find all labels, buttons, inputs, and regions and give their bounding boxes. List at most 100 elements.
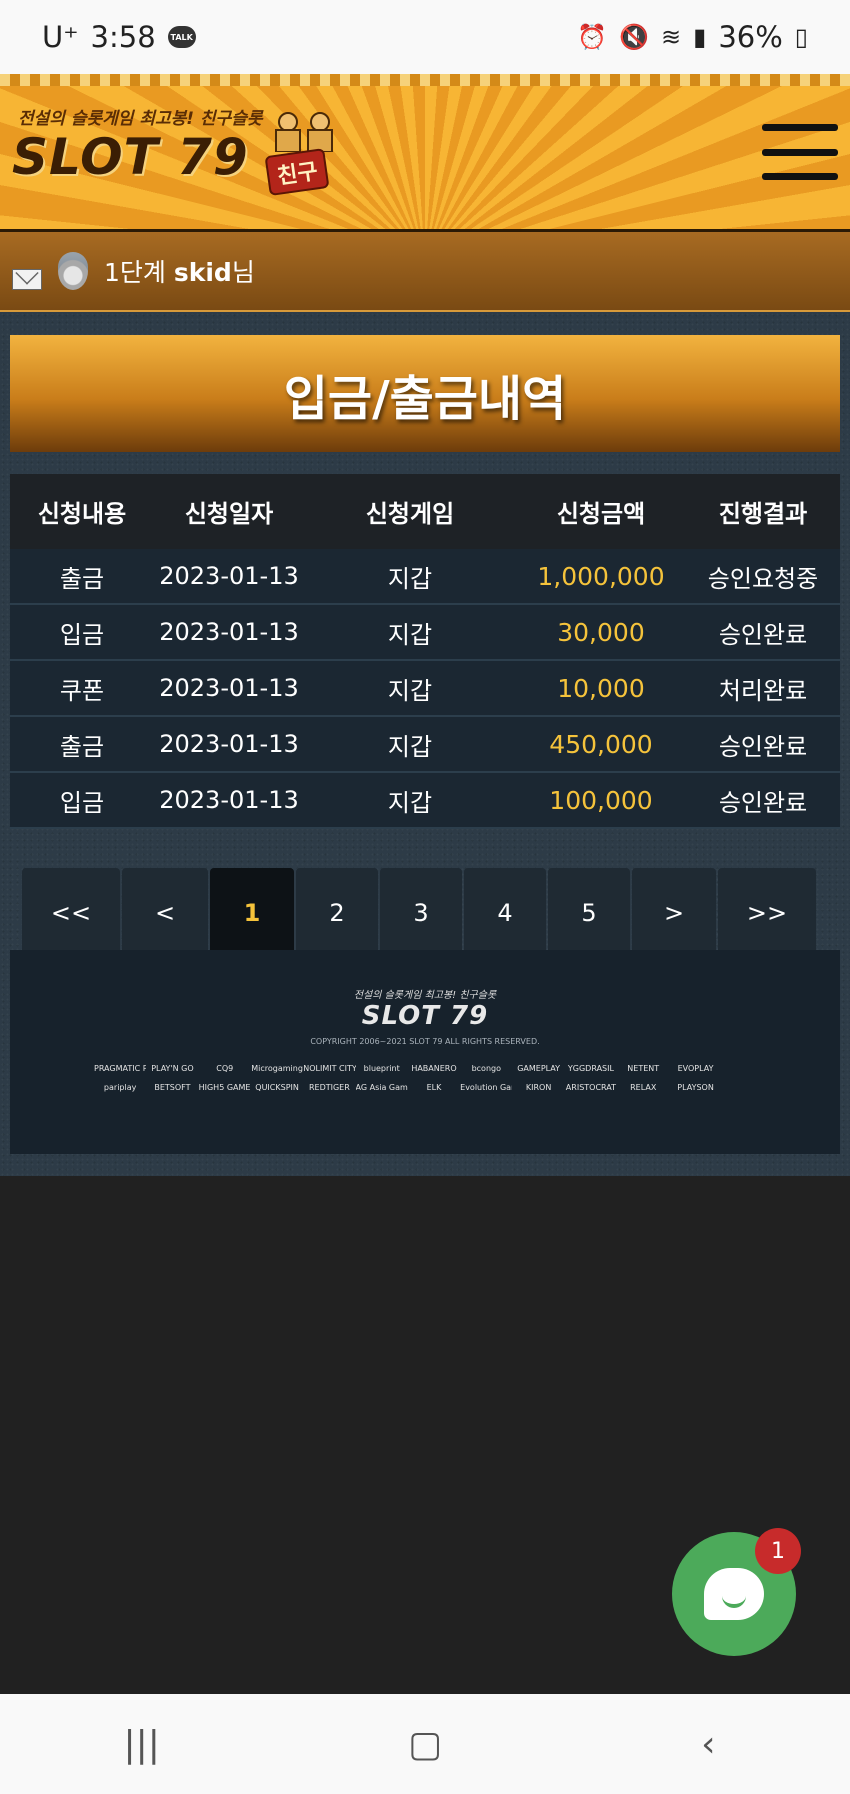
footer-logo: 전설의 슬롯게임 최고봉! 친구슬롯 SLOT 79 COPYRIGHT 200… <box>10 986 840 1046</box>
partner-logo: HABANERO <box>411 1064 457 1073</box>
column-header: 진행결과 <box>718 500 808 528</box>
table-row: 입금 2023-01-13 지갑 100,000 승인완료 <box>10 773 840 829</box>
menu-bar-icon <box>762 148 838 156</box>
mute-icon: 🔇 <box>619 23 649 51</box>
chat-bubble-icon <box>704 1568 764 1620</box>
partner-logo: NETENT <box>627 1064 660 1073</box>
request-type: 출금 <box>59 732 105 761</box>
request-status: 처리완료 <box>718 676 808 705</box>
request-game: 지갑 <box>387 620 433 649</box>
site-logo[interactable]: 전설의 슬롯게임 최고봉! 친구슬롯 SLOT 79 친구 <box>12 104 357 209</box>
logo-badge: 친구 <box>264 147 330 197</box>
partner-logos: PRAGMATIC PLAY PLAY'N GO CQ9 Microgaming… <box>94 1064 774 1092</box>
page-title: 입금/출금내역 <box>10 335 840 452</box>
request-amount: 450,000 <box>549 729 653 759</box>
site-header: 전설의 슬롯게임 최고봉! 친구슬롯 SLOT 79 친구 <box>0 74 850 232</box>
partner-logo: EVOPLAY <box>677 1064 714 1073</box>
request-game: 지갑 <box>387 564 433 593</box>
logo-tagline: 전설의 슬롯게임 최고봉! 친구슬롯 <box>18 109 263 129</box>
request-status: 승인완료 <box>718 620 808 649</box>
partner-logo: PLAY'N GO <box>151 1064 194 1073</box>
home-icon[interactable]: ▢ <box>365 1724 485 1765</box>
partner-logo: Microgaming <box>251 1064 303 1073</box>
footer-logo-text: SLOT 79 <box>361 1001 489 1031</box>
column-header: 신청게임 <box>365 500 455 528</box>
footer-copyright: COPYRIGHT 2006~2021 SLOT 79 ALL RIGHTS R… <box>310 1037 540 1046</box>
partner-logo: bcongo <box>471 1064 501 1073</box>
user-level: 1단계 <box>104 258 166 287</box>
page-2-button[interactable]: 2 <box>296 868 378 958</box>
partner-logo: PRAGMATIC PLAY <box>94 1064 147 1073</box>
logo-text: SLOT 79 <box>12 128 249 186</box>
table-row: 입금 2023-01-13 지갑 30,000 승인완료 <box>10 605 840 661</box>
partner-logo: BETSOFT <box>154 1083 191 1092</box>
table-row: 출금 2023-01-13 지갑 1,000,000 승인요청중 <box>10 549 840 605</box>
partner-logo: GAMEPLAY <box>517 1064 561 1073</box>
partner-logo: REDTIGER <box>308 1083 350 1092</box>
alarm-icon: ⏰ <box>577 23 608 51</box>
partner-logo: AG Asia Gaming <box>355 1083 408 1092</box>
hamburger-menu-button[interactable] <box>762 124 838 180</box>
page-1-button[interactable]: 1 <box>210 868 294 958</box>
table-row: 출금 2023-01-13 지갑 450,000 승인완료 <box>10 717 840 773</box>
user-bar: 1단계 skid님 <box>0 232 850 312</box>
system-nav-bar: ||| ▢ ‹ <box>0 1694 850 1794</box>
request-type: 출금 <box>59 564 105 593</box>
column-header: 신청내용 <box>37 500 127 528</box>
request-type: 쿠폰 <box>59 676 105 705</box>
request-status: 승인요청중 <box>707 564 819 593</box>
partner-logo: blueprint <box>363 1064 400 1073</box>
request-amount: 1,000,000 <box>537 561 665 591</box>
user-info: 1단계 skid님 <box>104 253 255 289</box>
request-type: 입금 <box>59 788 105 817</box>
request-date: 2023-01-13 <box>159 618 299 646</box>
request-amount: 10,000 <box>557 673 645 703</box>
footer-tagline: 전설의 슬롯게임 최고봉! 친구슬롯 <box>353 990 497 1001</box>
menu-bar-icon <box>762 124 838 131</box>
prev-page-button[interactable]: < <box>122 868 208 958</box>
status-right: ⏰ 🔇 ≋ ▮ 36% ▯ <box>577 20 808 54</box>
column-header: 신청일자 <box>184 500 274 528</box>
menu-bar-icon <box>762 173 838 180</box>
first-page-button[interactable]: << <box>22 868 120 958</box>
request-game: 지갑 <box>387 732 433 761</box>
request-date: 2023-01-13 <box>159 562 299 590</box>
page-5-button[interactable]: 5 <box>548 868 630 958</box>
recent-apps-icon[interactable]: ||| <box>82 1724 202 1765</box>
partner-logo: RELAX <box>630 1083 657 1092</box>
back-icon[interactable]: ‹ <box>648 1724 768 1765</box>
mail-icon[interactable] <box>12 268 42 290</box>
signal-icon: ▮ <box>693 23 707 51</box>
next-page-button[interactable]: > <box>632 868 716 958</box>
mascot-icon <box>275 112 333 152</box>
clock: 3:58 <box>90 20 156 54</box>
partner-logo: ELK <box>426 1083 442 1092</box>
request-amount: 30,000 <box>557 617 645 647</box>
status-bar: U⁺ 3:58 TALK ⏰ 🔇 ≋ ▮ 36% ▯ <box>0 0 850 74</box>
user-name: skid <box>173 258 232 287</box>
last-page-button[interactable]: >> <box>718 868 816 958</box>
table-header: 신청내용 신청일자 신청게임 신청금액 진행결과 <box>10 474 840 549</box>
partner-logo: QUICKSPIN <box>255 1083 299 1092</box>
partner-logo: YGGDRASIL <box>567 1064 614 1073</box>
partner-logo: Evolution Gaming <box>460 1083 512 1092</box>
request-date: 2023-01-13 <box>159 674 299 702</box>
partner-logo: NOLIMIT CITY <box>303 1064 356 1073</box>
request-game: 지갑 <box>387 676 433 705</box>
transaction-table: 신청내용 신청일자 신청게임 신청금액 진행결과 출금 2023-01-13 지… <box>10 474 840 829</box>
medal-icon <box>58 252 88 290</box>
request-date: 2023-01-13 <box>159 730 299 758</box>
partner-logo: CQ9 <box>216 1064 234 1073</box>
site-footer: 전설의 슬롯게임 최고봉! 친구슬롯 SLOT 79 COPYRIGHT 200… <box>10 950 840 1154</box>
pagination: << < 1 2 3 4 5 > >> <box>22 868 816 958</box>
request-status: 승인완료 <box>718 732 808 761</box>
battery-level: 36% <box>718 20 783 54</box>
page-3-button[interactable]: 3 <box>380 868 462 958</box>
column-header: 신청금액 <box>556 500 646 528</box>
page-4-button[interactable]: 4 <box>464 868 546 958</box>
table-row: 쿠폰 2023-01-13 지갑 10,000 처리완료 <box>10 661 840 717</box>
battery-icon: ▯ <box>794 23 808 51</box>
request-type: 입금 <box>59 620 105 649</box>
request-game: 지갑 <box>387 788 433 817</box>
wifi-icon: ≋ <box>660 23 682 51</box>
